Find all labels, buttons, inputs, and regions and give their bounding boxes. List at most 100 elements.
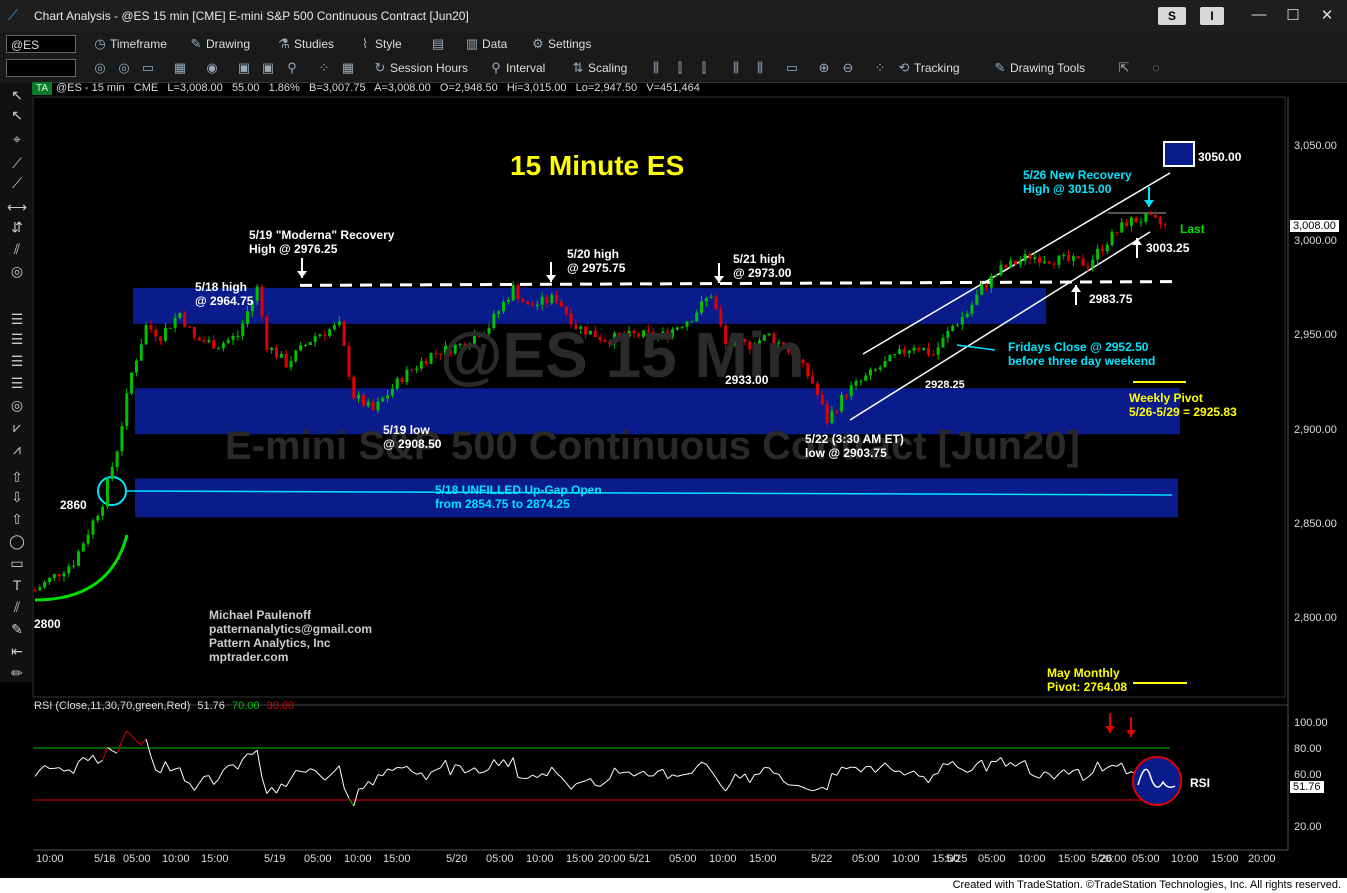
candle-body xyxy=(955,324,959,326)
rsi-segment xyxy=(860,766,867,773)
time-tick: 10:00 xyxy=(162,853,190,865)
candle-body xyxy=(419,360,423,369)
candle-body xyxy=(825,404,829,423)
rsi-segment xyxy=(667,774,673,780)
rsi-segment xyxy=(290,770,297,779)
rsi-segment xyxy=(677,774,683,777)
candle-body xyxy=(854,380,858,386)
candle-body xyxy=(1067,255,1071,261)
rsi-segment xyxy=(179,767,186,782)
candle-body xyxy=(1018,260,1022,265)
time-tick: 15:00 xyxy=(1211,853,1239,865)
author-company: Pattern Analytics, Inc xyxy=(209,636,331,650)
rsi-segment xyxy=(575,781,581,785)
h521-label-1: 5/21 high xyxy=(733,252,786,266)
rsi-segment xyxy=(672,774,678,777)
candle-body xyxy=(965,313,969,317)
candle-body xyxy=(912,347,916,351)
candle-body xyxy=(506,300,510,302)
candle-body xyxy=(226,339,230,344)
rsi-segment xyxy=(334,765,340,772)
candle-body xyxy=(1028,254,1032,260)
candle-body xyxy=(1110,231,1114,246)
candle-body xyxy=(1052,263,1056,265)
rsi-segment xyxy=(696,761,702,768)
candle-body xyxy=(410,369,414,371)
candle-body xyxy=(294,350,298,362)
time-tick: 05:00 xyxy=(852,853,880,865)
candle-body xyxy=(936,347,940,355)
rsi-segment xyxy=(797,785,804,788)
rsi-segment xyxy=(565,782,572,790)
candle-body xyxy=(555,295,559,302)
rsi-segment xyxy=(541,773,548,777)
rsi-segment xyxy=(657,768,664,772)
rsi-segment xyxy=(261,777,268,794)
level-2928-label: 2928.25 xyxy=(925,379,965,391)
rsi-segment xyxy=(140,738,147,746)
candle-body xyxy=(381,398,385,402)
candle-body xyxy=(1013,260,1017,265)
price-tick-2850: 2,850.00 xyxy=(1294,518,1337,530)
time-tick: 10:00 xyxy=(1018,853,1046,865)
candle-body xyxy=(516,285,520,299)
weekly-pivot-label-2: 5/26-5/29 = 2925.83 xyxy=(1129,405,1237,419)
candle-body xyxy=(163,327,167,341)
rsi-segment xyxy=(875,767,881,773)
candle-body xyxy=(883,361,887,368)
rsi-segment xyxy=(34,769,41,777)
candle-body xyxy=(96,515,100,521)
moderna-arrow-head xyxy=(297,271,307,278)
rsi-segment xyxy=(401,765,408,769)
rsi-segment xyxy=(628,771,635,777)
candle-body xyxy=(139,344,143,361)
rsi-value: 51.76 xyxy=(197,700,225,712)
rsi-segment xyxy=(604,778,611,784)
candle-body xyxy=(1038,257,1042,263)
candle-body xyxy=(357,394,361,399)
rsi-segment xyxy=(971,763,978,771)
rsi-segment xyxy=(561,777,567,784)
rsi-segment xyxy=(1000,757,1007,767)
low519-label-2: @ 2908.50 xyxy=(383,437,442,451)
rsi-segment xyxy=(730,773,736,784)
rsi-segment xyxy=(208,775,215,785)
rsi-segment xyxy=(58,767,65,772)
candle-body xyxy=(907,350,911,354)
candle-body xyxy=(337,321,341,326)
rsi-segment xyxy=(464,770,470,774)
rsi-segment xyxy=(406,766,413,772)
rsi-segment xyxy=(276,783,282,794)
rsi-segment xyxy=(353,788,360,807)
rsi-segment xyxy=(358,787,364,790)
rsi-tick-20: 20.00 xyxy=(1294,821,1322,833)
target-box xyxy=(1163,141,1195,167)
candle-body xyxy=(1033,257,1037,260)
rsi-segment xyxy=(131,735,137,742)
rsi-segment xyxy=(329,770,335,777)
candle-body xyxy=(332,325,336,330)
candle-body xyxy=(994,274,998,277)
rsi-segment xyxy=(479,771,485,774)
candle-body xyxy=(279,353,283,358)
candle-body xyxy=(101,506,105,516)
time-tick: 5/19 xyxy=(264,853,286,865)
level-3003-label: 3003.25 xyxy=(1146,241,1190,255)
base-arc xyxy=(34,534,129,602)
rsi-segment xyxy=(889,767,896,773)
rsi-segment xyxy=(392,766,398,771)
rsi-segment xyxy=(367,781,374,786)
candle-body xyxy=(183,312,187,327)
candle-body xyxy=(352,376,356,399)
rsi-segment xyxy=(285,778,292,787)
rsi-segment xyxy=(474,767,480,774)
candle-body xyxy=(434,352,438,354)
candle-body xyxy=(192,327,196,338)
rsi-segment xyxy=(831,772,837,776)
candle-body xyxy=(386,395,390,399)
candle-body xyxy=(811,376,815,384)
rsi-segment xyxy=(580,780,586,783)
time-tick: 5/25 xyxy=(946,853,968,865)
rsi-segment xyxy=(1121,762,1127,775)
candle-body xyxy=(902,349,906,354)
